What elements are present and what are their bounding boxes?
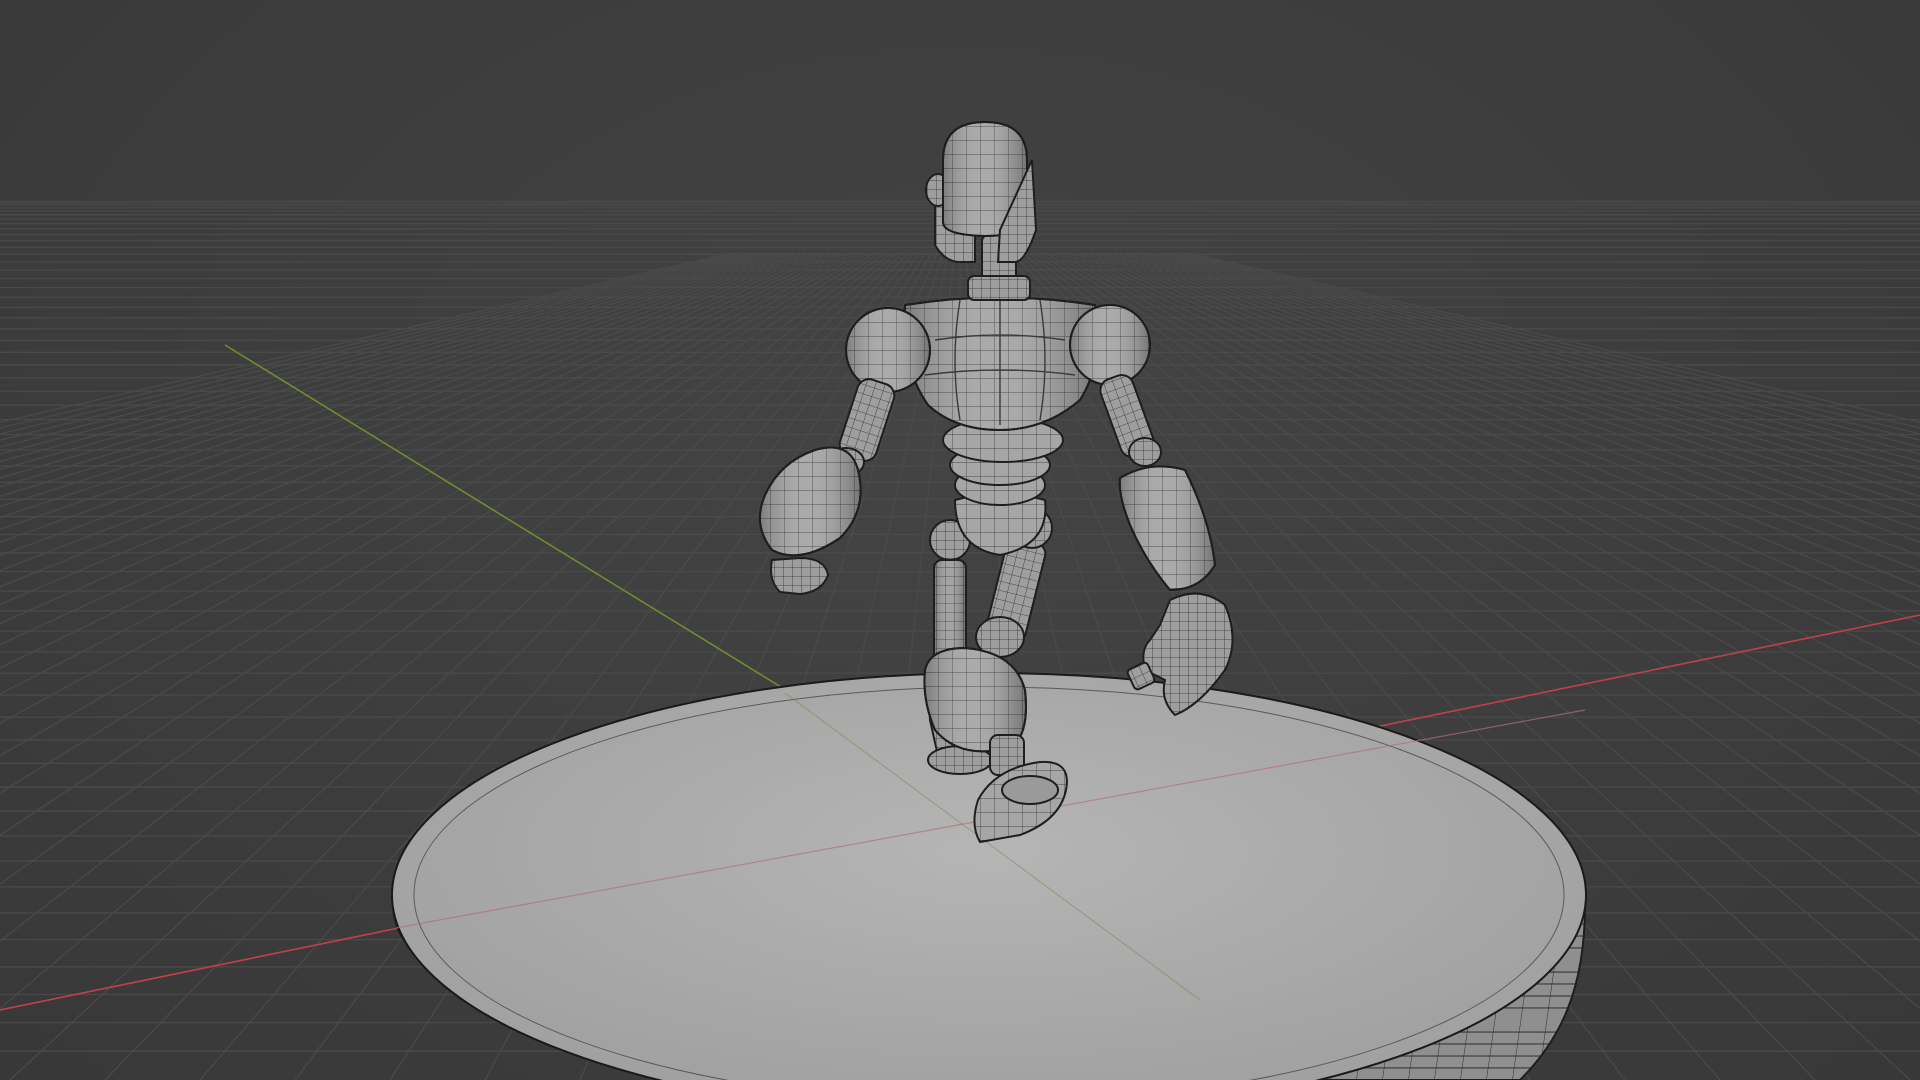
3d-viewport[interactable] (0, 0, 1920, 1080)
robot-neck-collar (967, 275, 1031, 301)
robot-left-arm (758, 307, 931, 596)
robot-torso (903, 296, 1099, 432)
viewport-canvas[interactable] (0, 0, 1920, 1080)
